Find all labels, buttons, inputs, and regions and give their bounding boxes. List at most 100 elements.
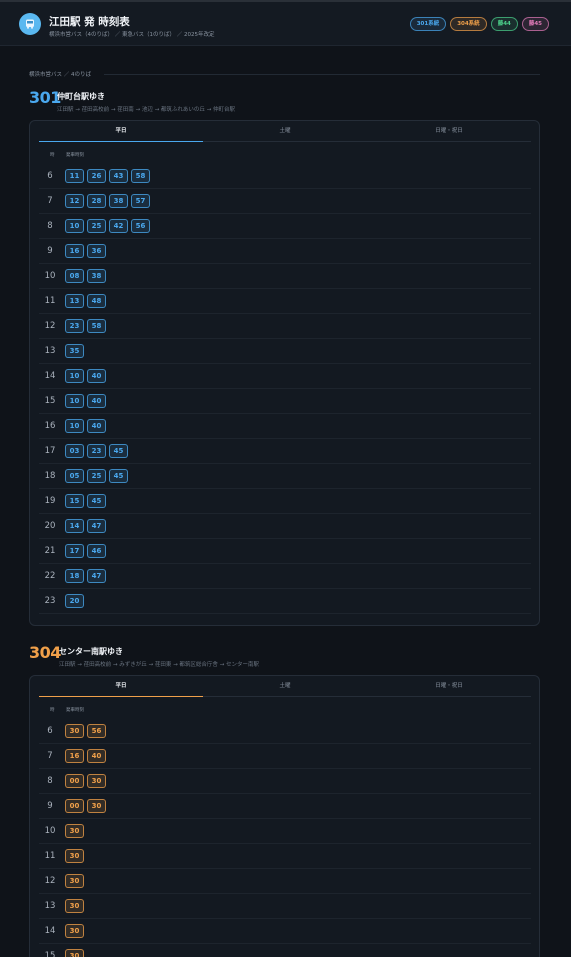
departure-minute[interactable]: 10 <box>65 219 84 233</box>
departure-minute[interactable]: 56 <box>87 724 106 738</box>
departure-minute[interactable]: 43 <box>109 169 128 183</box>
departure-minute[interactable]: 38 <box>87 269 106 283</box>
table-row: 9 16 36 <box>39 239 531 264</box>
departure-minute[interactable]: 45 <box>87 494 106 508</box>
departure-minute[interactable]: 12 <box>65 194 84 208</box>
tab-weekday[interactable]: 平日 <box>39 676 203 697</box>
hour-label: 20 <box>44 521 56 531</box>
departure-minute[interactable]: 30 <box>87 774 106 788</box>
hour-label: 9 <box>47 246 53 256</box>
departure-minute[interactable]: 56 <box>131 219 150 233</box>
tab-holiday[interactable]: 日曜・祝日 <box>367 676 531 696</box>
departure-minute[interactable]: 08 <box>65 269 84 283</box>
hour-label: 21 <box>44 546 56 556</box>
departure-minute[interactable]: 03 <box>65 444 84 458</box>
departure-minute[interactable]: 42 <box>109 219 128 233</box>
tab-saturday[interactable]: 土曜 <box>203 676 367 696</box>
departure-minute[interactable]: 14 <box>65 519 84 533</box>
departure-minute[interactable]: 35 <box>65 344 84 358</box>
departure-minute[interactable]: 00 <box>65 774 84 788</box>
route-badges: 301系統 304系統 藤44 藤45 <box>409 17 549 31</box>
table-row: 15 10 40 <box>39 389 531 414</box>
route-badge[interactable]: 304系統 <box>450 17 487 31</box>
route-badge[interactable]: 301系統 <box>409 17 447 31</box>
departure-minute[interactable]: 18 <box>65 569 84 583</box>
tab-holiday[interactable]: 日曜・祝日 <box>367 121 531 141</box>
departure-minute[interactable]: 30 <box>65 899 84 913</box>
departure-minute[interactable]: 36 <box>87 244 106 258</box>
departure-minute[interactable]: 10 <box>65 394 84 408</box>
departure-minute[interactable]: 47 <box>87 569 106 583</box>
departure-minute[interactable]: 23 <box>65 319 84 333</box>
minute-list: 10 40 <box>65 419 106 433</box>
departure-minute[interactable]: 47 <box>87 519 106 533</box>
departure-minute[interactable]: 48 <box>87 294 106 308</box>
tab-saturday[interactable]: 土曜 <box>203 121 367 141</box>
table-row: 13 35 <box>39 339 531 364</box>
departure-minute[interactable]: 28 <box>87 194 106 208</box>
departure-minute[interactable]: 13 <box>65 294 84 308</box>
minute-list: 23 58 <box>65 319 106 333</box>
minute-list: 00 30 <box>65 774 106 788</box>
minute-list: 00 30 <box>65 799 106 813</box>
departure-minute[interactable]: 11 <box>65 169 84 183</box>
table-row: 12 30 <box>39 869 531 894</box>
section-label: 横浜市営バス ／ 4のりば <box>29 72 91 78</box>
departure-minute[interactable]: 16 <box>65 749 84 763</box>
departure-minute[interactable]: 40 <box>87 419 106 433</box>
minute-list: 10 40 <box>65 394 106 408</box>
hour-label: 23 <box>44 596 56 606</box>
departure-minute[interactable]: 38 <box>109 194 128 208</box>
section-divider <box>104 74 540 75</box>
table-row: 10 08 38 <box>39 264 531 289</box>
departure-minute[interactable]: 00 <box>65 799 84 813</box>
minute-list: 30 56 <box>65 724 106 738</box>
departure-minute[interactable]: 30 <box>65 949 84 957</box>
departure-minute[interactable]: 30 <box>87 799 106 813</box>
hour-label: 22 <box>44 571 56 581</box>
departure-minute[interactable]: 40 <box>87 394 106 408</box>
day-tabs: 平日 土曜 日曜・祝日 <box>39 676 531 697</box>
departure-minute[interactable]: 23 <box>87 444 106 458</box>
departure-minute[interactable]: 17 <box>65 544 84 558</box>
route-badge[interactable]: 藤45 <box>521 17 549 31</box>
departure-minute[interactable]: 30 <box>65 924 84 938</box>
departure-minute[interactable]: 25 <box>87 219 106 233</box>
table-row: 6 30 56 <box>39 719 531 744</box>
departure-minute[interactable]: 16 <box>65 244 84 258</box>
departure-minute[interactable]: 20 <box>65 594 84 608</box>
timetable-card: 平日 土曜 日曜・祝日 時 発車時刻 6 11 26 43 58 7 12 28 38 57 8 10… <box>29 120 540 626</box>
table-row: 22 18 47 <box>39 564 531 589</box>
departure-minute[interactable]: 26 <box>87 169 106 183</box>
departure-minute[interactable]: 10 <box>65 419 84 433</box>
departure-minute[interactable]: 57 <box>131 194 150 208</box>
departure-minute[interactable]: 30 <box>65 824 84 838</box>
page-subtitle: 横浜市営バス（4のりば） ／ 東急バス（1のりば） ／ 2025年改定 <box>49 32 215 38</box>
table-row: 7 12 28 38 57 <box>39 189 531 214</box>
hour-label: 10 <box>44 826 56 836</box>
departure-minute[interactable]: 58 <box>131 169 150 183</box>
departure-minute[interactable]: 45 <box>109 469 128 483</box>
minute-list: 30 <box>65 899 84 913</box>
minute-list: 08 38 <box>65 269 106 283</box>
departure-minute[interactable]: 40 <box>87 369 106 383</box>
departure-minute[interactable]: 15 <box>65 494 84 508</box>
departure-minute[interactable]: 30 <box>65 874 84 888</box>
hour-label: 13 <box>44 346 56 356</box>
table-row: 8 10 25 42 56 <box>39 214 531 239</box>
departure-minute[interactable]: 10 <box>65 369 84 383</box>
departure-minute[interactable]: 40 <box>87 749 106 763</box>
departure-minute[interactable]: 45 <box>109 444 128 458</box>
minute-list: 15 45 <box>65 494 106 508</box>
departure-minute[interactable]: 05 <box>65 469 84 483</box>
departure-minute[interactable]: 25 <box>87 469 106 483</box>
table-row: 23 20 <box>39 589 531 614</box>
tab-weekday[interactable]: 平日 <box>39 121 203 142</box>
departure-minute[interactable]: 58 <box>87 319 106 333</box>
departure-minute[interactable]: 30 <box>65 724 84 738</box>
departure-minute[interactable]: 30 <box>65 849 84 863</box>
route-badge[interactable]: 藤44 <box>490 17 518 31</box>
departure-minute[interactable]: 46 <box>87 544 106 558</box>
minute-list: 13 48 <box>65 294 106 308</box>
minute-list: 30 <box>65 849 84 863</box>
